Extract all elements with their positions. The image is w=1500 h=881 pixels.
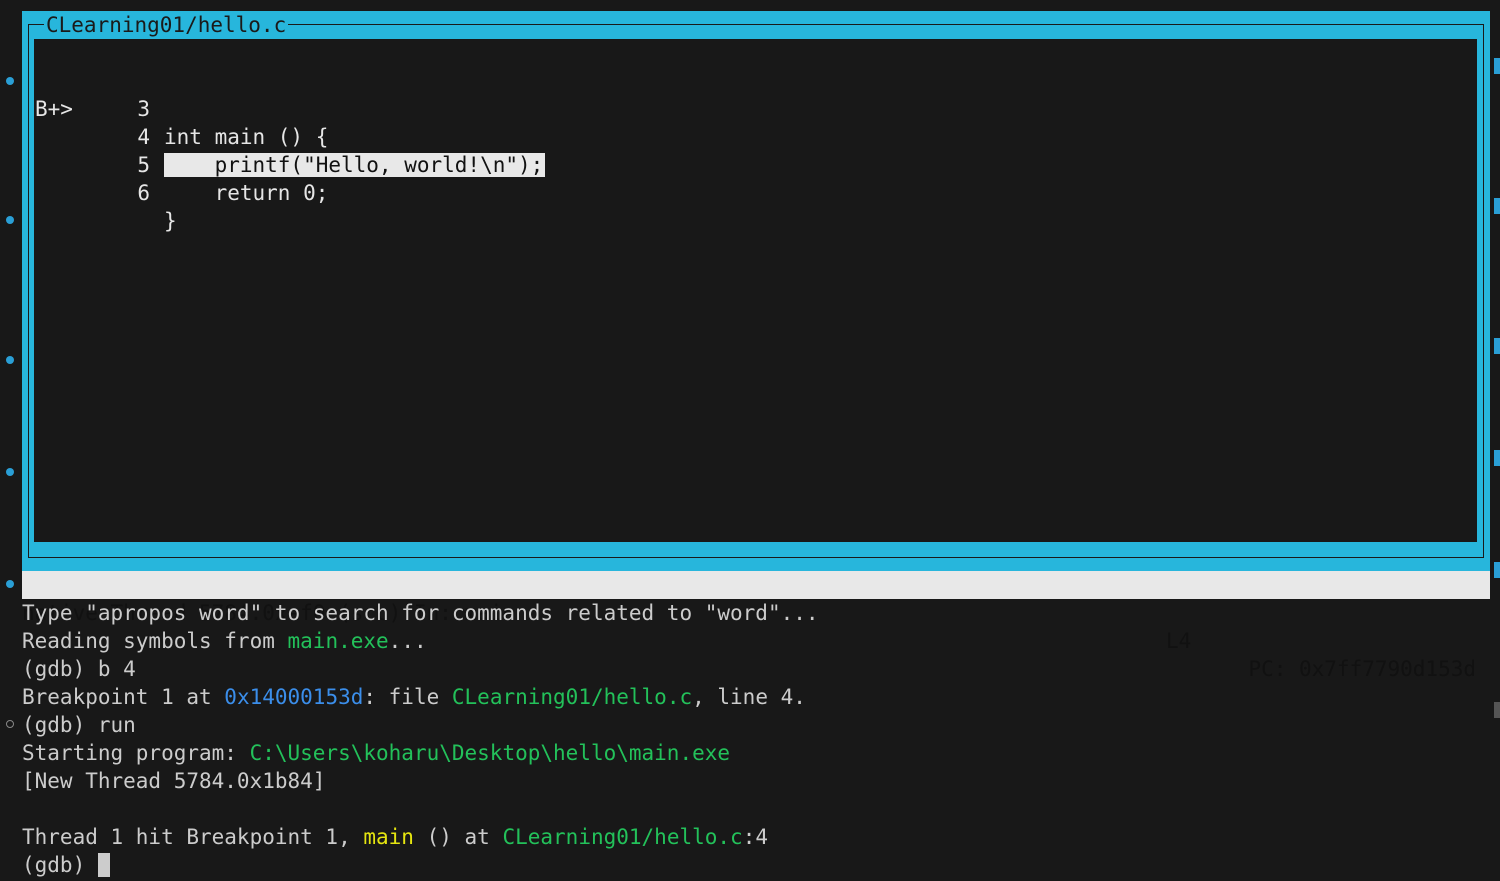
console-text: :4 [742, 825, 768, 849]
gutter-dot [6, 468, 14, 476]
line-code: return 0; [164, 181, 329, 205]
source-line[interactable]: 6 } [34, 123, 176, 233]
console-text: Starting program: [22, 741, 250, 765]
console-filename: C:\Users\koharu\Desktop\hello\main.exe [249, 741, 731, 765]
current-line-highlight: printf("Hello, world!\n"); [164, 153, 546, 177]
console-prompt-line[interactable]: (gdb) [22, 851, 1482, 879]
gutter-dot [6, 356, 14, 364]
console-text: , line 4. [692, 685, 806, 709]
line-number: 5 [137, 153, 150, 177]
console-text: () at [413, 825, 503, 849]
console-line: Type "apropos word" to search for comman… [22, 601, 819, 625]
source-code-area[interactable]: 3 int main () { B+> 4 printf("Hello, wor… [34, 39, 1477, 542]
console-line: Thread 1 hit Breakpoint 1, main () at CL… [22, 823, 1482, 851]
line-number: 6 [137, 181, 150, 205]
source-line[interactable]: 3 int main () { [34, 39, 328, 149]
scrollbar-marker[interactable] [1494, 702, 1500, 718]
console-filename: main.exe [287, 629, 389, 653]
line-code: } [164, 209, 177, 233]
gutter-dot-hollow [6, 720, 14, 728]
console-text: : file [363, 685, 452, 709]
gutter-dot [6, 216, 14, 224]
gdb-console[interactable]: Type "apropos word" to search for comman… [22, 599, 1482, 879]
scrollbar-marker[interactable] [1494, 450, 1500, 466]
console-text: Reading symbols from [22, 629, 288, 653]
console-address: 0x14000153d [224, 685, 364, 709]
line-code-highlighted: printf("Hello, world!\n"); [164, 151, 546, 179]
console-text: Breakpoint 1 at [22, 685, 225, 709]
scrollbar-marker[interactable] [1494, 58, 1500, 74]
console-line: (gdb) b 4 [22, 657, 136, 681]
console-filename: CLearning01/hello.c [451, 685, 693, 709]
console-function-name: main [363, 825, 414, 849]
console-text: ... [388, 629, 427, 653]
console-line: Reading symbols from main.exe... [22, 627, 1482, 655]
line-code: int main () { [164, 125, 329, 149]
source-window: CLearning01/hello.c 3 int main () { B+> … [22, 11, 1490, 571]
line-number: 4 [137, 125, 150, 149]
line-number: 3 [137, 97, 150, 121]
console-text: Thread 1 hit Breakpoint 1, [22, 825, 364, 849]
console-line: [New Thread 5784.0x1b84] [22, 769, 326, 793]
console-line: Starting program: C:\Users\koharu\Deskto… [22, 739, 1482, 767]
status-bar: native Thread 5784.0xef0 (src) In: main … [22, 571, 1490, 681]
console-filename: CLearning01/hello.c [502, 825, 743, 849]
scrollbar-marker[interactable] [1494, 562, 1500, 578]
gdb-prompt: (gdb) [22, 853, 98, 877]
console-line: (gdb) run [22, 713, 136, 737]
text-cursor[interactable] [97, 853, 110, 877]
source-window-title: CLearning01/hello.c [44, 11, 289, 39]
scrollbar-marker[interactable] [1494, 198, 1500, 214]
source-line-current[interactable]: B+> 4 printf("Hello, world!\n"); [34, 67, 546, 177]
gutter-dot [6, 580, 14, 588]
console-line: Breakpoint 1 at 0x14000153d: file CLearn… [22, 683, 1482, 711]
source-line[interactable]: 5 return 0; [34, 95, 328, 205]
scrollbar-marker[interactable] [1494, 338, 1500, 354]
gutter-dot [6, 77, 14, 85]
